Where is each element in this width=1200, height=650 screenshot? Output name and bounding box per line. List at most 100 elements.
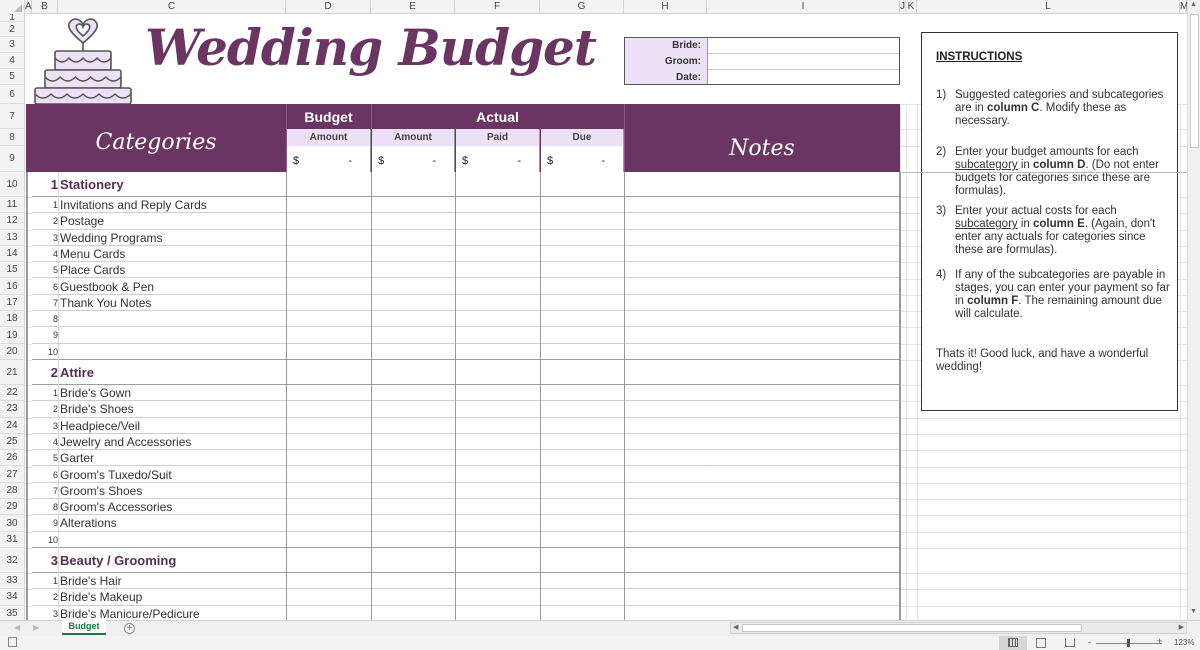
row-header[interactable]: 18 bbox=[0, 311, 24, 328]
scroll-down-icon[interactable]: ▼ bbox=[1190, 608, 1197, 615]
budget-header: Budget bbox=[304, 109, 353, 125]
row-header[interactable]: 3 bbox=[0, 37, 24, 53]
row-header[interactable]: 15 bbox=[0, 262, 24, 279]
currency-symbol: $ bbox=[293, 155, 300, 167]
row-header[interactable]: 13 bbox=[0, 230, 24, 246]
row-header[interactable]: 7 bbox=[0, 104, 24, 129]
column-reference: column C bbox=[986, 102, 1040, 114]
zoom-out-button[interactable]: - bbox=[1088, 637, 1091, 647]
actual-total-cell[interactable]: $ - bbox=[372, 146, 455, 172]
horizontal-scroll-thumb[interactable] bbox=[742, 624, 1082, 632]
row-header[interactable]: 21 bbox=[0, 360, 24, 385]
gridline bbox=[25, 573, 1187, 574]
normal-view-icon bbox=[1008, 638, 1018, 647]
scroll-left-icon[interactable]: ◀ bbox=[733, 623, 738, 631]
add-sheet-icon[interactable]: + bbox=[124, 623, 135, 634]
macro-record-icon[interactable] bbox=[8, 637, 17, 647]
row-header[interactable]: 26 bbox=[0, 450, 24, 467]
next-sheet-icon[interactable]: ▶ bbox=[33, 623, 39, 632]
gridline bbox=[25, 417, 1187, 419]
column-header[interactable]: D bbox=[286, 0, 371, 14]
row-header[interactable]: 35 bbox=[0, 606, 24, 620]
bride-field[interactable] bbox=[708, 38, 899, 54]
row-header[interactable]: 6 bbox=[0, 85, 24, 104]
row-header[interactable]: 24 bbox=[0, 418, 24, 434]
zoom-slider-thumb[interactable] bbox=[1127, 639, 1130, 647]
row-header[interactable]: 16 bbox=[0, 279, 24, 295]
column-reference: column E bbox=[1033, 218, 1085, 230]
row-header-bar: 1 2 3 4 5 6 7 8 9 10 11 12 13 14 15 16 17 18 19 20 21 22 23 24 2… bbox=[0, 14, 25, 620]
wedding-cake-icon bbox=[34, 18, 132, 104]
sheet-tab-budget[interactable]: Budget bbox=[62, 619, 106, 635]
vertical-scrollbar[interactable]: ▲ ▼ bbox=[1187, 0, 1200, 620]
row-header[interactable]: 32 bbox=[0, 548, 24, 573]
column-header[interactable]: L bbox=[917, 0, 1180, 14]
column-header[interactable]: E bbox=[371, 0, 455, 14]
row-header[interactable]: 2 bbox=[0, 22, 24, 37]
status-bar: - + 123% bbox=[0, 636, 1200, 650]
row-header[interactable]: 30 bbox=[0, 515, 24, 532]
step-text-fragment: subcategory bbox=[955, 159, 1018, 171]
page-break-view-icon[interactable] bbox=[1065, 638, 1075, 647]
column-header[interactable]: M bbox=[1180, 0, 1188, 14]
row-header[interactable]: 14 bbox=[0, 246, 24, 263]
gridline bbox=[25, 605, 1187, 607]
select-all-corner[interactable] bbox=[0, 0, 25, 14]
step-text: If any of the subcategories are payable … bbox=[955, 269, 1170, 321]
row-header[interactable]: 19 bbox=[0, 327, 24, 344]
column-header[interactable]: A bbox=[25, 0, 32, 14]
paid-total-cell[interactable]: $ - bbox=[456, 146, 540, 172]
gridline bbox=[25, 499, 1187, 501]
row-header[interactable]: 28 bbox=[0, 483, 24, 500]
row-header[interactable]: 4 bbox=[0, 53, 24, 69]
row-header[interactable]: 33 bbox=[0, 573, 24, 590]
row-header[interactable]: 5 bbox=[0, 69, 24, 85]
row-header[interactable]: 23 bbox=[0, 401, 24, 418]
zoom-in-button[interactable]: + bbox=[1157, 636, 1162, 646]
row-header[interactable]: 27 bbox=[0, 467, 24, 483]
column-header[interactable]: C bbox=[58, 0, 286, 14]
row-header[interactable]: 8 bbox=[0, 129, 24, 146]
row-header[interactable]: 22 bbox=[0, 385, 24, 402]
row-header[interactable]: 17 bbox=[0, 295, 24, 312]
step-number: 3) bbox=[936, 205, 947, 217]
scroll-right-icon[interactable]: ▶ bbox=[1179, 623, 1184, 631]
horizontal-scrollbar[interactable]: ◀ ▶ bbox=[730, 622, 1187, 634]
row-header[interactable]: 10 bbox=[0, 172, 24, 197]
instructions-title: INSTRUCTIONS bbox=[936, 51, 1023, 63]
row-header[interactable]: 34 bbox=[0, 589, 24, 606]
vertical-scroll-thumb[interactable] bbox=[1190, 14, 1199, 148]
gridline bbox=[25, 433, 1187, 435]
prev-sheet-icon[interactable]: ◀ bbox=[14, 623, 20, 632]
step-number: 4) bbox=[936, 269, 947, 281]
column-header[interactable]: K bbox=[906, 0, 917, 14]
scroll-up-icon[interactable]: ▲ bbox=[1190, 1, 1197, 8]
column-header[interactable]: H bbox=[624, 0, 707, 14]
row-header[interactable]: 25 bbox=[0, 434, 24, 451]
row-header[interactable]: 29 bbox=[0, 499, 24, 516]
column-reference: column F bbox=[967, 295, 1019, 307]
column-header[interactable]: B bbox=[32, 0, 58, 14]
row-header[interactable]: 31 bbox=[0, 532, 24, 548]
zoom-level[interactable]: 123% bbox=[1174, 638, 1194, 647]
header-divider bbox=[371, 104, 372, 129]
groom-field[interactable] bbox=[708, 54, 899, 70]
step-number: 2) bbox=[936, 146, 947, 158]
step-text-fragment: in bbox=[1017, 159, 1033, 171]
column-header[interactable]: F bbox=[455, 0, 540, 14]
column-header[interactable]: G bbox=[540, 0, 624, 14]
budget-total-cell[interactable]: $ - bbox=[287, 146, 371, 172]
date-field[interactable] bbox=[708, 70, 899, 84]
row-header[interactable]: 11 bbox=[0, 197, 24, 214]
date-label: Date: bbox=[625, 70, 708, 84]
actual-header: Actual bbox=[476, 109, 519, 125]
row-header[interactable]: 20 bbox=[0, 344, 24, 360]
page-layout-view-icon[interactable] bbox=[1036, 638, 1046, 648]
row-header[interactable]: 12 bbox=[0, 213, 24, 230]
row-header[interactable]: 1 bbox=[0, 14, 24, 23]
actual-amount-subheader: Amount bbox=[372, 129, 455, 146]
due-total-cell[interactable]: $ - bbox=[541, 146, 624, 172]
gridline bbox=[25, 548, 1187, 549]
row-header[interactable]: 9 bbox=[0, 146, 24, 172]
column-header[interactable]: I bbox=[707, 0, 900, 14]
